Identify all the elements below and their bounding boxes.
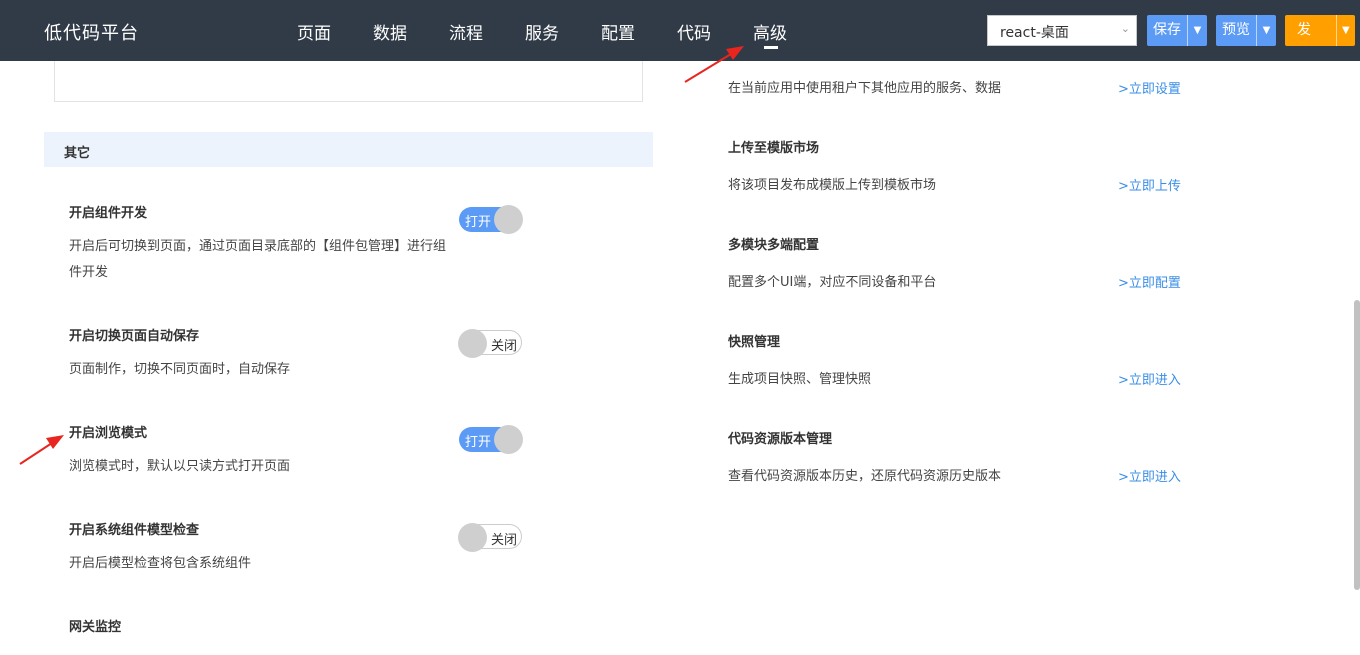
toggle-state-label: 关闭 bbox=[490, 339, 517, 354]
set-now-link[interactable]: >立即设置 bbox=[1118, 78, 1181, 97]
save-button-label[interactable]: 保存 bbox=[1147, 15, 1187, 46]
nav-service[interactable]: 服务 bbox=[525, 19, 559, 44]
setting-desc: 开启后模型检查将包含系统组件 bbox=[69, 556, 252, 571]
toggle-knob bbox=[458, 523, 487, 552]
annotation-arrow-icon bbox=[19, 435, 64, 465]
caret-down-icon[interactable]: ▼ bbox=[1335, 15, 1355, 46]
publish-button[interactable]: 发布 ▼ bbox=[1285, 15, 1355, 46]
enter-version-link[interactable]: >立即进入 bbox=[1118, 466, 1181, 485]
toggle-knob bbox=[494, 425, 523, 454]
setting-browse-mode: 开启浏览模式 浏览模式时，默认以只读方式打开页面 打开 bbox=[69, 422, 529, 474]
nav-code[interactable]: 代码 bbox=[677, 19, 711, 44]
nav-active-indicator bbox=[764, 46, 778, 49]
previous-section-box bbox=[54, 61, 643, 102]
setting-title: 上传至模版市场 bbox=[728, 141, 820, 156]
preview-button-label[interactable]: 预览 bbox=[1216, 15, 1256, 46]
toggle-knob bbox=[494, 205, 523, 234]
app-select-value: react-桌面 bbox=[1000, 25, 1069, 41]
browse-mode-toggle[interactable]: 打开 bbox=[459, 425, 523, 454]
setting-desc: 页面制作，切换不同页面时，自动保存 bbox=[69, 362, 291, 377]
model-check-toggle[interactable]: 关闭 bbox=[458, 523, 522, 552]
setting-code-version: 代码资源版本管理 查看代码资源版本历史，还原代码资源历史版本 >立即进入 bbox=[728, 428, 1188, 485]
top-bar: 低代码平台 页面 数据 流程 服务 配置 代码 高级 react-桌面 ⌄ 保存… bbox=[0, 0, 1360, 61]
setting-desc: 在当前应用中使用租户下其他应用的服务、数据 bbox=[728, 81, 1002, 96]
toggle-state-label: 关闭 bbox=[490, 533, 517, 548]
setting-snapshot: 快照管理 生成项目快照、管理快照 >立即进入 bbox=[728, 331, 1188, 388]
setting-desc: 开启后可切换到页面，通过页面目录底部的【组件包管理】进行组件开发 bbox=[69, 239, 447, 280]
save-button[interactable]: 保存 ▼ bbox=[1147, 15, 1207, 46]
section-header-other: 其它 bbox=[44, 132, 653, 167]
section-title: 其它 bbox=[64, 146, 91, 161]
auto-save-toggle[interactable]: 关闭 bbox=[458, 329, 522, 358]
nav-page[interactable]: 页面 bbox=[297, 19, 331, 44]
toggle-state-label: 打开 bbox=[465, 435, 492, 450]
setting-title: 网关监控 bbox=[69, 620, 122, 635]
setting-desc: 浏览模式时，默认以只读方式打开页面 bbox=[69, 459, 291, 474]
caret-down-icon[interactable]: ▼ bbox=[1187, 15, 1207, 46]
caret-down-icon[interactable]: ▼ bbox=[1256, 15, 1276, 46]
setting-desc: 查看代码资源版本历史，还原代码资源历史版本 bbox=[728, 469, 1002, 484]
setting-title: 多模块多端配置 bbox=[728, 238, 820, 253]
component-dev-toggle[interactable]: 打开 bbox=[459, 205, 523, 234]
publish-button-label[interactable]: 发布 bbox=[1285, 15, 1336, 46]
setting-auto-save: 开启切换页面自动保存 页面制作，切换不同页面时，自动保存 关闭 bbox=[69, 325, 529, 377]
preview-button[interactable]: 预览 ▼ bbox=[1216, 15, 1276, 46]
setting-component-dev: 开启组件开发 开启后可切换到页面，通过页面目录底部的【组件包管理】进行组件开发 … bbox=[69, 202, 529, 280]
nav-data[interactable]: 数据 bbox=[373, 19, 407, 44]
nav-config[interactable]: 配置 bbox=[601, 19, 635, 44]
app-select[interactable]: react-桌面 ⌄ bbox=[987, 15, 1137, 46]
brand-title: 低代码平台 bbox=[44, 23, 139, 44]
setting-gateway-monitor: 网关监控 bbox=[69, 616, 529, 635]
configure-now-link[interactable]: >立即配置 bbox=[1118, 272, 1181, 291]
dropdown-chevron-icon: ⌄ bbox=[1120, 22, 1130, 35]
setting-model-check: 开启系统组件模型检查 开启后模型检查将包含系统组件 关闭 bbox=[69, 519, 529, 571]
setting-title: 快照管理 bbox=[728, 335, 781, 350]
setting-desc: 将该项目发布成模版上传到模板市场 bbox=[728, 178, 937, 193]
enter-snapshot-link[interactable]: >立即进入 bbox=[1118, 369, 1181, 388]
toggle-state-label: 打开 bbox=[465, 215, 492, 230]
setting-template-market: 上传至模版市场 将该项目发布成模版上传到模板市场 >立即上传 bbox=[728, 137, 1188, 194]
setting-desc: 生成项目快照、管理快照 bbox=[728, 372, 872, 387]
setting-multi-module: 多模块多端配置 配置多个UI端，对应不同设备和平台 >立即配置 bbox=[728, 234, 1188, 291]
setting-title: 代码资源版本管理 bbox=[728, 432, 833, 447]
toggle-knob bbox=[458, 329, 487, 358]
nav-process[interactable]: 流程 bbox=[449, 19, 483, 44]
nav-advanced[interactable]: 高级 bbox=[753, 19, 787, 44]
setting-desc: 配置多个UI端，对应不同设备和平台 bbox=[728, 275, 937, 290]
vertical-scrollbar[interactable] bbox=[1354, 300, 1360, 590]
upload-now-link[interactable]: >立即上传 bbox=[1118, 175, 1181, 194]
